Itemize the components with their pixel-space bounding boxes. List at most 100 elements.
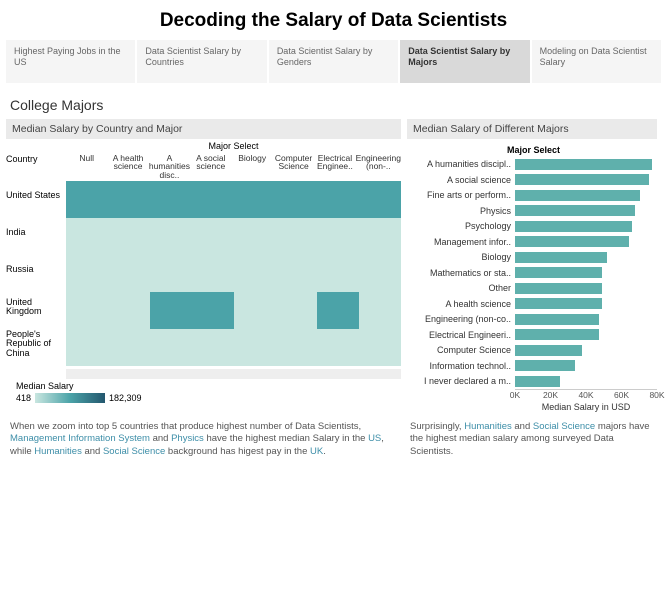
- bar-fill: [515, 159, 652, 170]
- heatmap-cell[interactable]: [275, 329, 317, 366]
- link-uk[interactable]: UK: [310, 446, 323, 457]
- heatmap-cell[interactable]: [359, 255, 401, 292]
- heatmap-cell[interactable]: [234, 218, 276, 255]
- heatmap-row[interactable]: [66, 218, 401, 255]
- axis-tick: 60K: [614, 390, 629, 400]
- heatmap-cell[interactable]: [150, 292, 192, 329]
- footer-text-right: Surprisingly, Humanities and Social Scie…: [410, 421, 650, 459]
- bar-fill: [515, 205, 635, 216]
- country-label: United States: [6, 178, 64, 215]
- barchart-panel: Median Salary of Different Majors Major …: [407, 119, 657, 403]
- link-social-science[interactable]: Social Science: [103, 446, 165, 457]
- major-col-header: Biology: [232, 154, 273, 181]
- heatmap-cell[interactable]: [192, 255, 234, 292]
- bar-row[interactable]: Physics: [407, 203, 657, 219]
- bar-row[interactable]: Information technol..: [407, 358, 657, 374]
- heatmap-cell[interactable]: [150, 181, 192, 218]
- bar-row[interactable]: A humanities discipl..: [407, 157, 657, 173]
- heatmap-cell[interactable]: [66, 292, 108, 329]
- legend-min: 418: [16, 393, 31, 403]
- heatmap-cell[interactable]: [275, 255, 317, 292]
- bar-row[interactable]: Fine arts or perform..: [407, 188, 657, 204]
- bar-row[interactable]: Electrical Engineeri..: [407, 327, 657, 343]
- heatmap-cell[interactable]: [150, 329, 192, 366]
- heatmap-cell[interactable]: [192, 181, 234, 218]
- heatmap-row[interactable]: [66, 292, 401, 329]
- bar-row[interactable]: I never declared a m..: [407, 374, 657, 390]
- link-mis[interactable]: Management Information System: [10, 433, 150, 444]
- bar-label: Fine arts or perform..: [407, 190, 515, 200]
- heatmap-cell[interactable]: [317, 329, 359, 366]
- major-select-header: Major Select: [66, 141, 401, 151]
- bar-row[interactable]: A social science: [407, 172, 657, 188]
- heatmap-row[interactable]: [66, 181, 401, 218]
- footer-text-left: When we zoom into top 5 countries that p…: [10, 421, 390, 459]
- bar-label: Electrical Engineeri..: [407, 330, 515, 340]
- legend-title: Median Salary: [16, 381, 401, 391]
- heatmap-cell[interactable]: [108, 292, 150, 329]
- bar-row[interactable]: Engineering (non-co..: [407, 312, 657, 328]
- heatmap-cell[interactable]: [275, 218, 317, 255]
- bar-label: Computer Science: [407, 345, 515, 355]
- heatmap-cell[interactable]: [66, 329, 108, 366]
- heatmap-title: Median Salary by Country and Major: [6, 119, 401, 139]
- bar-row[interactable]: Other: [407, 281, 657, 297]
- heatmap-cell[interactable]: [234, 255, 276, 292]
- legend-max: 182,309: [109, 393, 142, 403]
- heatmap-cell[interactable]: [359, 181, 401, 218]
- heatmap-cell[interactable]: [66, 218, 108, 255]
- heatmap-row[interactable]: [66, 329, 401, 366]
- tab-modeling[interactable]: Modeling on Data Scientist Salary: [532, 40, 661, 83]
- heatmap-row[interactable]: [66, 255, 401, 292]
- bar-label: A health science: [407, 299, 515, 309]
- heatmap-cell[interactable]: [275, 292, 317, 329]
- bar-label: Physics: [407, 206, 515, 216]
- tab-salary-genders[interactable]: Data Scientist Salary by Genders: [269, 40, 398, 83]
- link-humanities[interactable]: Humanities: [34, 446, 82, 457]
- heatmap-cell[interactable]: [234, 329, 276, 366]
- heatmap-cell[interactable]: [108, 255, 150, 292]
- heatmap-cell[interactable]: [192, 329, 234, 366]
- bar-label: Information technol..: [407, 361, 515, 371]
- tab-salary-majors[interactable]: Data Scientist Salary by Majors: [400, 40, 529, 83]
- tab-highest-paying[interactable]: Highest Paying Jobs in the US: [6, 40, 135, 83]
- heatmap-cell[interactable]: [192, 218, 234, 255]
- bar-row[interactable]: Psychology: [407, 219, 657, 235]
- heatmap-cell[interactable]: [317, 292, 359, 329]
- bar-row[interactable]: A health science: [407, 296, 657, 312]
- heatmap-cell[interactable]: [234, 181, 276, 218]
- bar-row[interactable]: Biology: [407, 250, 657, 266]
- heatmap-cell[interactable]: [317, 255, 359, 292]
- link-social-science-2[interactable]: Social Science: [533, 421, 595, 432]
- axis-tick: 40K: [578, 390, 593, 400]
- heatmap-cell[interactable]: [150, 255, 192, 292]
- heatmap-cell[interactable]: [192, 292, 234, 329]
- heatmap-scrollbar[interactable]: [66, 369, 401, 379]
- tab-bar: Highest Paying Jobs in the US Data Scien…: [0, 40, 667, 83]
- heatmap-cell[interactable]: [66, 181, 108, 218]
- heatmap-cell[interactable]: [108, 329, 150, 366]
- heatmap-cell[interactable]: [317, 218, 359, 255]
- bar-row[interactable]: Computer Science: [407, 343, 657, 359]
- heatmap-cell[interactable]: [150, 218, 192, 255]
- heatmap-cell[interactable]: [359, 329, 401, 366]
- heatmap-cell[interactable]: [108, 181, 150, 218]
- bar-label: Engineering (non-co..: [407, 314, 515, 324]
- heatmap-cell[interactable]: [359, 292, 401, 329]
- tab-salary-countries[interactable]: Data Scientist Salary by Countries: [137, 40, 266, 83]
- heatmap-cell[interactable]: [108, 218, 150, 255]
- heatmap-cell[interactable]: [234, 292, 276, 329]
- heatmap-cell[interactable]: [317, 181, 359, 218]
- bar-fill: [515, 329, 599, 340]
- link-humanities-2[interactable]: Humanities: [464, 421, 512, 432]
- heatmap-cell[interactable]: [66, 255, 108, 292]
- link-us[interactable]: US: [368, 433, 381, 444]
- heatmap-cell[interactable]: [275, 181, 317, 218]
- link-physics[interactable]: Physics: [171, 433, 204, 444]
- bar-row[interactable]: Mathematics or sta..: [407, 265, 657, 281]
- bar-fill: [515, 236, 629, 247]
- bar-row[interactable]: Management infor..: [407, 234, 657, 250]
- country-label: Russia: [6, 252, 64, 289]
- bar-fill: [515, 190, 640, 201]
- heatmap-cell[interactable]: [359, 218, 401, 255]
